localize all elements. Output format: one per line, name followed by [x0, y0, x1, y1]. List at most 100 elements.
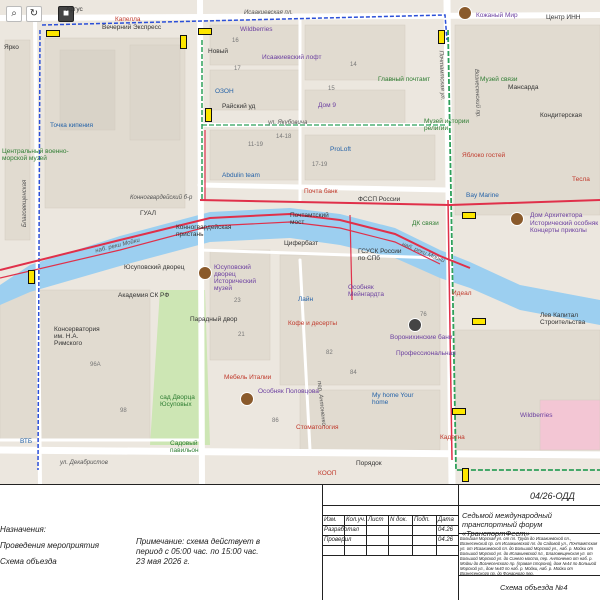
poi-label[interactable]: Вечерний Экспресс: [102, 24, 161, 31]
house-number: 17: [234, 66, 241, 72]
poi-label[interactable]: Аргус: [66, 6, 83, 13]
poi-label[interactable]: Лайн: [298, 296, 313, 303]
poi-label[interactable]: Музей истории религии: [424, 118, 474, 132]
magnifier-icon[interactable]: ⌕: [6, 6, 22, 22]
poi-label[interactable]: Abdulin team: [222, 172, 260, 179]
street-label: Конногвардейский б-р: [130, 195, 193, 201]
row-label: Разработал: [324, 527, 359, 533]
house-number: 17-19: [312, 162, 328, 168]
col-header: Подп.: [414, 517, 430, 523]
note-line: период с 05:00 час. по 15:00 час.: [136, 547, 259, 556]
road-sign-marker[interactable]: [438, 30, 445, 44]
street-label: ул. Декабристов: [60, 460, 108, 466]
poi-label[interactable]: Ярко: [4, 44, 19, 51]
house-number: 14: [350, 62, 357, 68]
poi-label[interactable]: Мансарда: [508, 84, 538, 91]
poi-label[interactable]: Профессиональная: [396, 350, 456, 357]
poi-photo-pin[interactable]: [458, 6, 472, 20]
road-sign-marker[interactable]: [452, 408, 466, 415]
poi-label[interactable]: ГСУСК России по СПб: [358, 248, 408, 262]
poi-label[interactable]: Дом 9: [318, 102, 336, 109]
poi-label[interactable]: ГУАЛ: [140, 210, 156, 217]
poi-label[interactable]: Bay Marine: [466, 192, 499, 199]
poi-label[interactable]: Новый: [208, 48, 228, 55]
refresh-icon[interactable]: ↻: [26, 6, 42, 22]
house-number: 23: [234, 298, 241, 304]
poi-label[interactable]: Точка кипения: [50, 122, 93, 129]
poi-label[interactable]: сад Дворца Юсуповых: [160, 394, 200, 408]
poi-label[interactable]: КООП: [318, 470, 337, 477]
house-number: 21: [238, 332, 245, 338]
event-label: Проведения мероприятия: [0, 541, 100, 550]
road-sign-marker[interactable]: [462, 468, 469, 482]
drawing-title-block: Назначения: Проведения мероприятия Схема…: [0, 484, 600, 600]
poi-label[interactable]: Wildberries: [520, 412, 553, 419]
poi-photo-pin[interactable]: [510, 212, 524, 226]
poi-label[interactable]: Капелла: [115, 16, 141, 23]
poi-label[interactable]: Исторический особняк Концерты приколы: [530, 220, 600, 234]
poi-label[interactable]: Воронихинские бани: [390, 334, 452, 341]
poi-label[interactable]: Цифербазт: [284, 240, 318, 247]
poi-label[interactable]: ФССП России: [358, 196, 400, 203]
poi-label[interactable]: ОЗОН: [215, 88, 234, 95]
col-header: Кол.уч.: [346, 517, 366, 523]
poi-label[interactable]: Конногвардейская пристань: [176, 224, 236, 238]
poi-label[interactable]: Исаакиевский лофт: [262, 54, 321, 61]
poi-label[interactable]: Юсуповский дворец Исторический музей: [214, 264, 274, 292]
col-header: N док.: [390, 517, 408, 523]
poi-label[interactable]: Парадный двор: [190, 316, 237, 323]
poi-label[interactable]: Райский уд: [222, 103, 255, 110]
street-label: Исаакиевская пл.: [244, 10, 293, 16]
poi-label[interactable]: Центр ИНН: [546, 14, 580, 21]
road-sign-marker[interactable]: [46, 30, 60, 37]
poi-label[interactable]: Идеал: [452, 290, 472, 297]
poi-label[interactable]: Кожаный Мир: [476, 12, 518, 19]
poi-label[interactable]: Дом Архитектора: [530, 212, 582, 219]
row-date: 04.26: [438, 537, 454, 543]
poi-label[interactable]: Академия СК РФ: [118, 292, 169, 299]
poi-label[interactable]: Стоматология: [296, 424, 339, 431]
house-number: 98: [120, 408, 127, 414]
road-sign-marker[interactable]: [180, 35, 187, 49]
poi-label[interactable]: Мебель Италии: [224, 374, 271, 381]
detour-label: Схема объезда: [0, 557, 57, 566]
road-sign-marker[interactable]: [462, 212, 476, 219]
poi-photo-pin[interactable]: [198, 266, 212, 280]
poi-label[interactable]: Тесла: [572, 176, 590, 183]
closure-description: Большая Морская ул. от пл. Труда до Исаа…: [460, 536, 598, 576]
poi-label[interactable]: Кондитерская: [540, 112, 582, 119]
map-canvas[interactable]: ⌕ ↻ ■ ул. Декабристов наб. реки Мойки на…: [0, 0, 600, 484]
row-date: 04.26: [438, 527, 454, 533]
poi-label[interactable]: Особняк Мейнгардта: [348, 284, 398, 298]
road-sign-marker[interactable]: [198, 28, 212, 35]
note-line: 23 мая 2026 г.: [136, 557, 190, 566]
poi-label[interactable]: Почтамтский мост: [290, 212, 340, 226]
road-sign-marker[interactable]: [28, 270, 35, 284]
poi-photo-pin[interactable]: [240, 392, 254, 406]
poi-label[interactable]: Садовый павильон: [170, 440, 210, 454]
poi-label[interactable]: Особняк Половцова: [258, 388, 319, 395]
poi-label[interactable]: Кофе и десерты: [288, 320, 337, 327]
poi-label[interactable]: Лев Капитал Строительства: [540, 312, 595, 326]
road-sign-marker[interactable]: [472, 318, 486, 325]
house-number: 76: [420, 312, 427, 318]
road-sign-marker[interactable]: [205, 108, 212, 122]
poi-label[interactable]: Почта банк: [304, 188, 337, 195]
house-number: 82: [326, 350, 333, 356]
poi-label[interactable]: My home Your home: [372, 392, 417, 406]
poi-label[interactable]: Wildberries: [240, 26, 273, 33]
poi-photo-pin[interactable]: [408, 318, 422, 332]
poi-label[interactable]: Кадетна: [440, 434, 465, 441]
doc-code: 04/26-ОДД: [530, 491, 575, 501]
poi-label[interactable]: Главный почтамт: [378, 76, 430, 83]
poi-label[interactable]: Яблоко гостей: [462, 152, 505, 159]
poi-label[interactable]: Музей связи: [480, 76, 517, 83]
poi-label[interactable]: Центральный военно-морской музей: [2, 148, 82, 162]
house-number: 14-18: [276, 134, 292, 140]
poi-label[interactable]: Юсуповский дворец: [124, 264, 184, 271]
poi-label[interactable]: Консерватория им. Н.А. Римского: [54, 326, 100, 347]
poi-label[interactable]: ДК связи: [412, 220, 439, 227]
poi-label[interactable]: ВТБ: [20, 438, 32, 445]
poi-label[interactable]: Порядок: [356, 460, 382, 467]
poi-label[interactable]: ProLoft: [330, 146, 351, 153]
